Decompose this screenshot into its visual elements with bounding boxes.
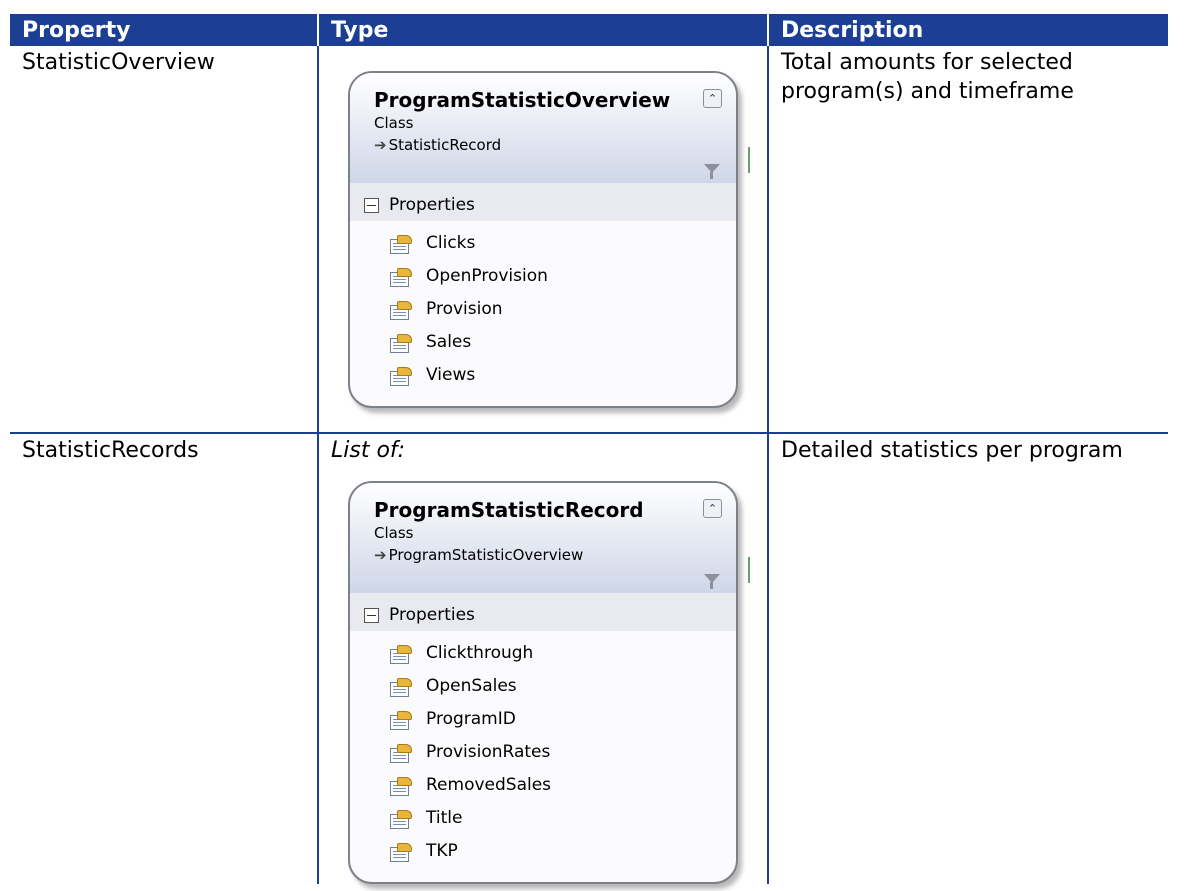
header-property: Property — [10, 14, 319, 46]
table-header-row: Property Type Description — [10, 14, 1168, 46]
property-cell: StatisticRecords — [22, 438, 199, 463]
property-icon — [390, 710, 412, 730]
property-name: ProgramID — [426, 709, 516, 729]
class-shape-wrapper: ProgramStatisticRecord Class ➔ ProgramSta… — [348, 481, 761, 884]
minus-box-icon[interactable] — [364, 197, 379, 213]
property-name: Title — [426, 808, 463, 828]
compartment-label: Properties — [389, 604, 475, 625]
list-item[interactable]: Clicks — [390, 227, 736, 260]
property-name: ProvisionRates — [426, 742, 551, 762]
property-icon — [390, 267, 412, 287]
description-cell: Total amounts for selected program(s) an… — [767, 46, 1168, 434]
property-icon — [390, 743, 412, 763]
property-name: Views — [426, 365, 476, 385]
list-item[interactable]: Sales — [390, 326, 736, 359]
class-shape-header: ProgramStatisticRecord Class ➔ ProgramSta… — [350, 483, 736, 593]
property-icon — [390, 776, 412, 796]
double-chevron-up-icon[interactable]: ⌃ — [703, 89, 722, 108]
document-page: Property Type Description StatisticOverv… — [0, 0, 1189, 891]
list-item[interactable]: OpenProvision — [390, 260, 736, 293]
property-icon — [390, 809, 412, 829]
compartment-header[interactable]: Properties — [350, 593, 736, 631]
class-shape-wrapper: ProgramStatisticOverview Class ➔ Statisti… — [348, 71, 761, 408]
class-shape[interactable]: ProgramStatisticOverview Class ➔ Statisti… — [348, 71, 738, 408]
property-name: Sales — [426, 332, 472, 352]
minus-box-icon[interactable] — [364, 607, 379, 623]
list-item[interactable]: ProvisionRates — [390, 736, 736, 769]
list-item[interactable]: TKP — [390, 835, 736, 868]
class-name: ProgramStatisticOverview — [374, 88, 671, 112]
property-cell: StatisticOverview — [10, 46, 318, 434]
property-table: Property Type Description StatisticOverv… — [10, 14, 1168, 884]
class-inheritance: ➔ StatisticRecord — [374, 133, 722, 157]
connector-line — [748, 147, 750, 173]
compartment-label: Properties — [389, 194, 475, 215]
property-name: TKP — [426, 841, 458, 861]
description-cell: Detailed statistics per program — [767, 433, 1168, 884]
double-chevron-up-icon[interactable]: ⌃ — [703, 499, 722, 518]
property-icon — [390, 842, 412, 862]
connector-line — [748, 557, 750, 583]
class-kind: Class — [374, 524, 414, 542]
base-class-name: ProgramStatisticOverview — [388, 546, 584, 564]
class-kind: Class — [374, 114, 414, 132]
list-item[interactable]: Provision — [390, 293, 736, 326]
list-item[interactable]: OpenSales — [390, 670, 736, 703]
property-icon — [390, 333, 412, 353]
class-shape[interactable]: ProgramStatisticRecord Class ➔ ProgramSta… — [348, 481, 738, 884]
list-item[interactable]: Clickthrough — [390, 637, 736, 670]
type-cell: List of: ProgramStatisticRecord Class ➔ P… — [317, 433, 768, 884]
property-name: RemovedSales — [426, 775, 552, 795]
property-list: Clicks OpenProvision Provision Sales Vie… — [350, 221, 736, 406]
property-icon — [390, 677, 412, 697]
type-prefix — [331, 48, 761, 62]
property-name: OpenProvision — [426, 266, 548, 286]
property-name: OpenSales — [426, 676, 517, 696]
filter-icon[interactable] — [704, 164, 720, 179]
list-item[interactable]: RemovedSales — [390, 769, 736, 802]
header-type: Type — [317, 14, 769, 46]
class-name: ProgramStatisticRecord — [374, 498, 644, 522]
property-icon — [390, 300, 412, 320]
property-icon — [390, 644, 412, 664]
table-row: StatisticOverview ProgramStatisticOvervi… — [10, 46, 1168, 434]
property-icon — [390, 366, 412, 386]
arrow-right-icon: ➔ — [374, 546, 387, 564]
base-class-name: StatisticRecord — [388, 136, 502, 154]
arrow-right-icon: ➔ — [374, 136, 387, 154]
property-name: Clicks — [426, 233, 476, 253]
property-name: Clickthrough — [426, 643, 534, 663]
class-shape-header: ProgramStatisticOverview Class ➔ Statisti… — [350, 73, 736, 183]
list-item[interactable]: ProgramID — [390, 703, 736, 736]
class-inheritance: ➔ ProgramStatisticOverview — [374, 543, 722, 567]
compartment-header[interactable]: Properties — [350, 183, 736, 221]
type-cell: ProgramStatisticOverview Class ➔ Statisti… — [317, 46, 768, 434]
type-prefix: List of: — [331, 438, 406, 463]
property-list: Clickthrough OpenSales ProgramID Provisi… — [350, 631, 736, 882]
table-row: StatisticRecords List of: ProgramStatist… — [10, 433, 1168, 884]
property-icon — [390, 234, 412, 254]
list-item[interactable]: Views — [390, 359, 736, 392]
property-name: Provision — [426, 299, 503, 319]
filter-icon[interactable] — [704, 574, 720, 589]
list-item[interactable]: Title — [390, 802, 736, 835]
header-description: Description — [767, 14, 1168, 46]
